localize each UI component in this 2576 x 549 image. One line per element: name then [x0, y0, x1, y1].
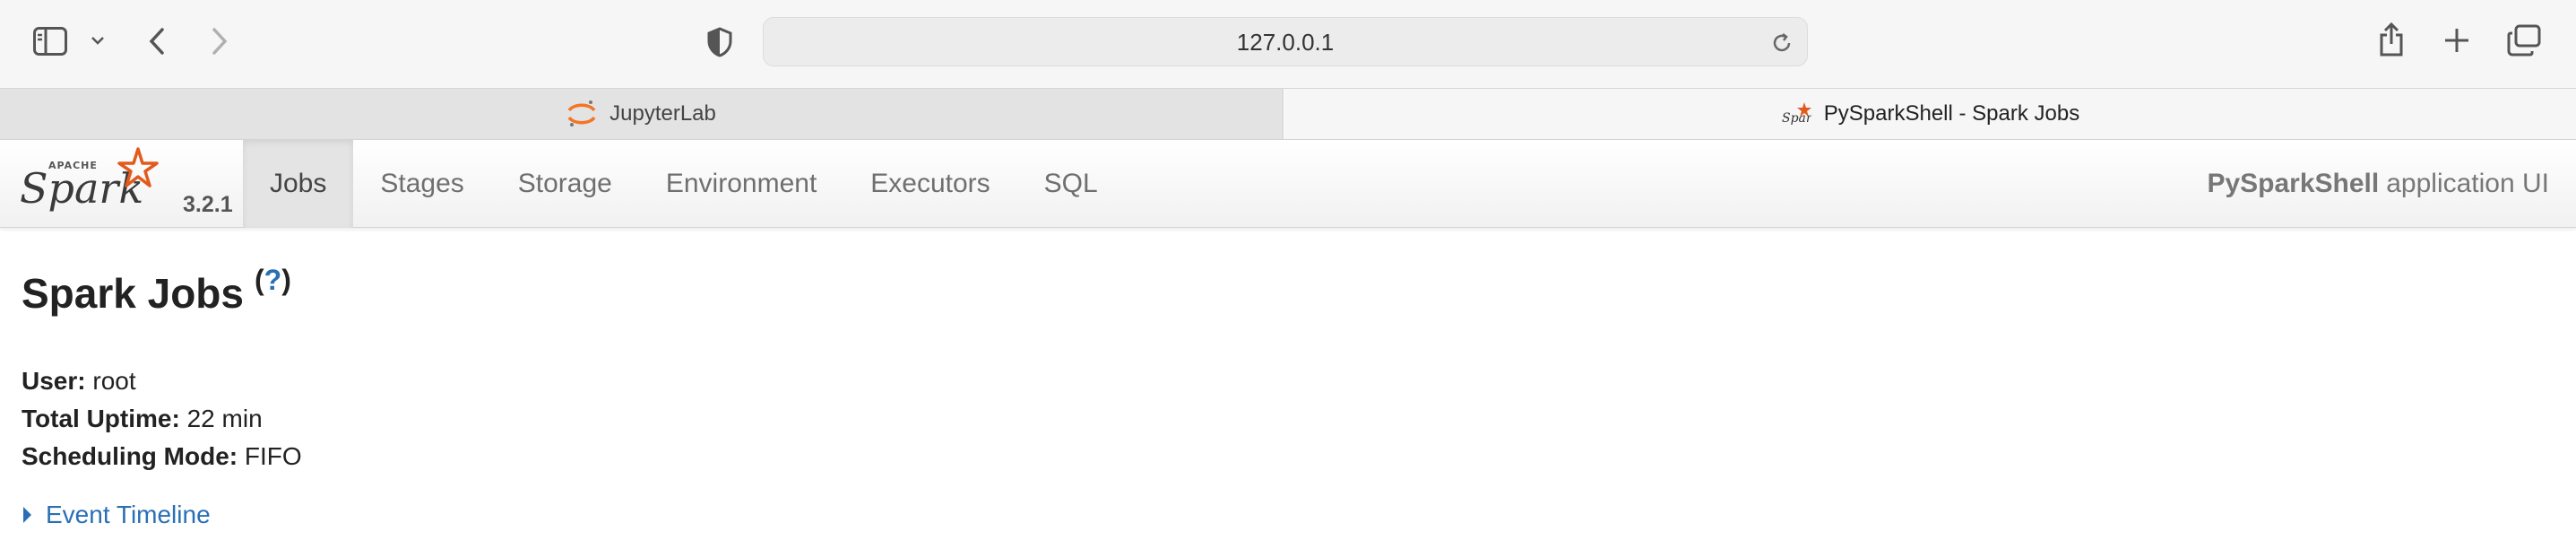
tab-spark-jobs[interactable]: Spark PySparkShell - Spark Jobs [1284, 89, 2576, 139]
summary-value: root [92, 367, 136, 395]
application-ui-label: PySparkShell application UI [2207, 140, 2549, 228]
privacy-shield-icon[interactable] [705, 25, 735, 59]
page-title-text: Spark Jobs [22, 270, 244, 317]
nav-jobs[interactable]: Jobs [243, 140, 354, 228]
summary-label: Scheduling Mode: [22, 442, 238, 470]
event-timeline-toggle[interactable]: Event Timeline [23, 501, 211, 529]
app-name: PySparkShell [2207, 169, 2380, 198]
spark-logo[interactable]: APACHE Spark 3.2.1 [18, 144, 233, 224]
spark-version: 3.2.1 [183, 192, 233, 217]
help-close-paren: ) [281, 264, 291, 296]
tab-strip: JupyterLab Spark PySparkShell - Spark Jo… [0, 88, 2576, 140]
page-title: Spark Jobs (?) [22, 264, 291, 318]
summary-scheduling-mode: Scheduling Mode: FIFO [22, 438, 302, 475]
nav-environment[interactable]: Environment [639, 140, 843, 228]
event-timeline-label[interactable]: Event Timeline [46, 501, 211, 529]
back-icon[interactable] [143, 23, 170, 59]
nav-executors[interactable]: Executors [843, 140, 1016, 228]
address-bar[interactable]: 127.0.0.1 [763, 17, 1808, 66]
chevron-down-icon[interactable] [88, 30, 108, 50]
browser-toolbar: 127.0.0.1 [0, 0, 2576, 88]
tab-jupyterlab[interactable]: JupyterLab [0, 89, 1284, 139]
nav-stages[interactable]: Stages [353, 140, 490, 228]
summary-value: FIFO [244, 442, 302, 470]
forward-icon[interactable] [206, 23, 233, 59]
summary-value: 22 min [186, 405, 263, 432]
svg-text:Spark: Spark [20, 164, 143, 213]
tab-overview-icon[interactable] [2506, 23, 2542, 57]
spark-favicon-icon: Spark [1781, 100, 1811, 127]
summary-user: User: root [22, 362, 302, 400]
help-icon[interactable]: ? [264, 264, 282, 296]
help-open-paren: ( [255, 264, 264, 296]
spark-navbar: APACHE Spark 3.2.1 Jobs Stages Storage E… [0, 140, 2576, 228]
app-suffix: application UI [2386, 169, 2549, 198]
tab-label: PySparkShell - Spark Jobs [1823, 101, 2080, 126]
url-text[interactable]: 127.0.0.1 [764, 18, 1807, 67]
nav-storage[interactable]: Storage [491, 140, 639, 228]
expand-arrow-icon[interactable] [23, 507, 31, 523]
summary-label: Total Uptime: [22, 405, 180, 432]
help-tooltip[interactable]: (?) [255, 264, 291, 297]
jupyter-logo-icon [566, 99, 597, 129]
summary-uptime: Total Uptime: 22 min [22, 400, 302, 438]
job-summary: User: root Total Uptime: 22 min Scheduli… [22, 362, 302, 475]
sidebar-toggle-icon[interactable] [32, 25, 68, 57]
summary-label: User: [22, 367, 86, 395]
page-header: Spark Jobs (?) [22, 264, 291, 318]
reload-icon[interactable] [1769, 30, 1794, 56]
spark-nav: Jobs Stages Storage Environment Executor… [243, 140, 1125, 228]
nav-sql[interactable]: SQL [1017, 140, 1125, 228]
new-tab-icon[interactable] [2442, 25, 2472, 56]
tab-label: JupyterLab [609, 101, 716, 126]
share-icon[interactable] [2375, 20, 2407, 59]
